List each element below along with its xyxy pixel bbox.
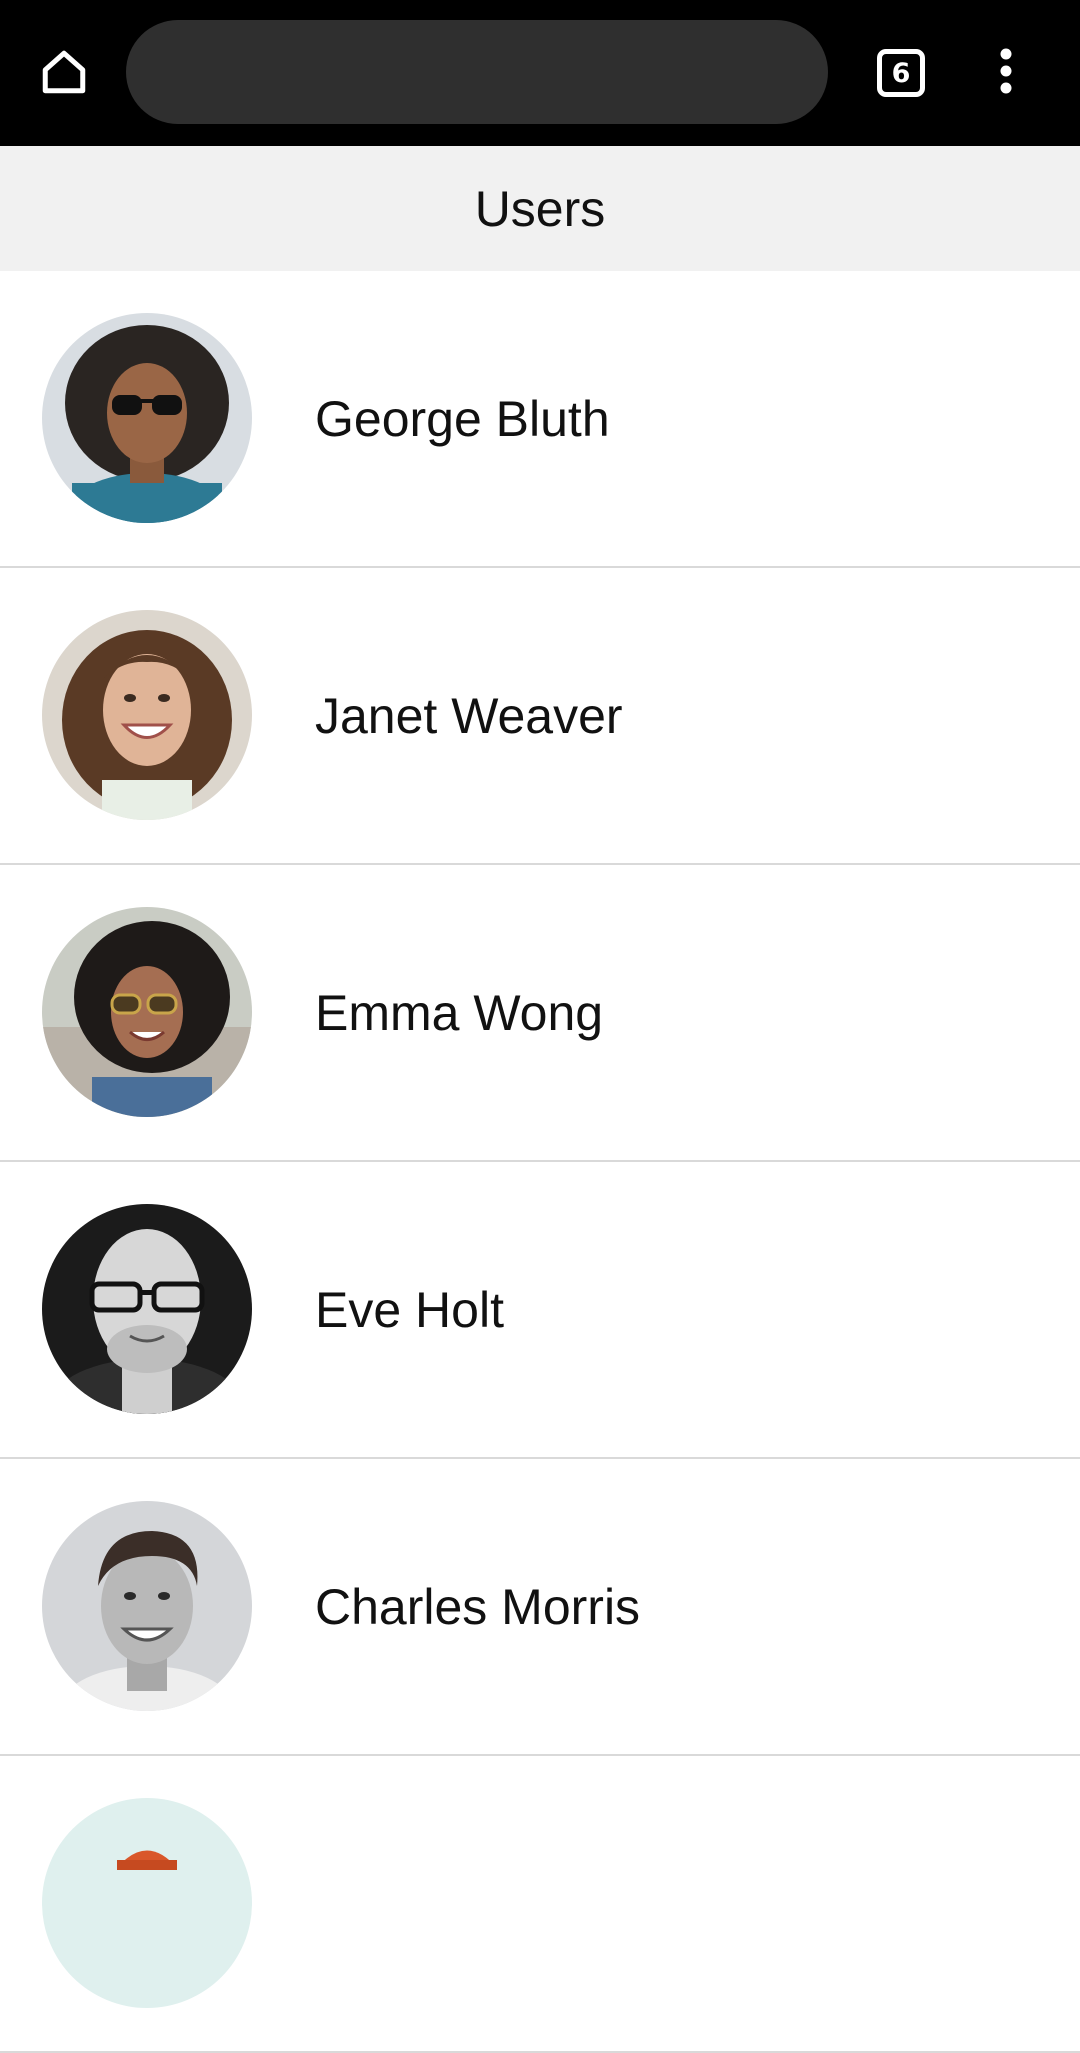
page-title: Users: [474, 180, 606, 237]
overflow-menu-button[interactable]: [968, 34, 1044, 112]
user-name: Charles Morris: [315, 1578, 641, 1635]
list-item[interactable]: Eve Holt: [0, 1162, 1080, 1459]
avatar: [42, 1798, 252, 2008]
home-icon: [39, 47, 89, 102]
avatar: [42, 1204, 252, 1414]
avatar: [42, 1501, 252, 1711]
user-name: George Bluth: [315, 390, 610, 447]
avatar: [42, 907, 252, 1117]
avatar: [42, 610, 252, 820]
browser-toolbar: 6: [0, 0, 1080, 146]
app-header: Users: [0, 146, 1080, 271]
user-list: George Bluth Janet Weaver Emma Wong Eve …: [0, 271, 1080, 2053]
avatar: [42, 313, 252, 523]
list-item[interactable]: [0, 1756, 1080, 2053]
list-item[interactable]: Emma Wong: [0, 865, 1080, 1162]
user-name: Janet Weaver: [315, 687, 623, 744]
user-name: Eve Holt: [315, 1281, 504, 1338]
tab-switcher-button[interactable]: 6: [862, 34, 940, 112]
user-name: Emma Wong: [315, 984, 604, 1041]
more-vert-icon: [996, 48, 1016, 99]
tab-count: 6: [891, 57, 911, 89]
list-item[interactable]: Janet Weaver: [0, 568, 1080, 865]
home-button[interactable]: [24, 34, 104, 114]
list-item[interactable]: George Bluth: [0, 271, 1080, 568]
address-bar[interactable]: [126, 20, 828, 124]
tab-switcher-icon: 6: [877, 49, 925, 97]
list-item[interactable]: Charles Morris: [0, 1459, 1080, 1756]
